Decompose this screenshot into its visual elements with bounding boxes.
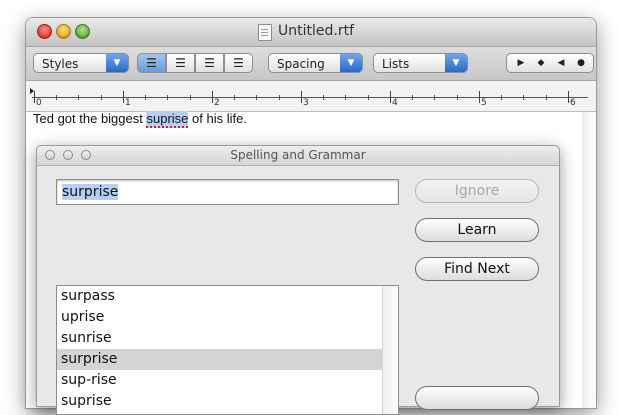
correction-input-value: surprise (62, 184, 119, 200)
align-center-icon: ☰ (175, 56, 186, 70)
misspelled-word[interactable]: suprise (146, 111, 189, 128)
ruler-minor-tick (412, 95, 413, 100)
document-text-after: of his life. (188, 111, 247, 126)
align-right-button[interactable]: ☰ (224, 53, 253, 73)
window-titlebar[interactable]: Untitled.rtf (26, 18, 596, 47)
panel-titlebar[interactable]: Spelling and Grammar (37, 146, 559, 166)
ruler-minor-tick (167, 95, 168, 100)
left-tab-icon[interactable]: ◀ (553, 55, 569, 71)
right-tab-icon[interactable]: ▶ (513, 55, 529, 71)
ruler-major-tick (301, 91, 302, 103)
format-toolbar: Styles ▼ ☰ ☰ ☰ ☰ Spacing ▼ Lists ▼ ▶ ◆ ◀… (26, 47, 596, 81)
align-right-icon: ☰ (233, 56, 244, 70)
document-scrollbar[interactable] (582, 112, 596, 408)
list-item[interactable]: surpass (57, 286, 382, 307)
find-next-button[interactable]: Find Next (415, 257, 539, 281)
align-left-icon: ☰ (146, 56, 157, 70)
ruler-number: 5 (481, 98, 487, 108)
list-item[interactable]: sunrise (57, 328, 382, 349)
ruler-minor-tick (457, 95, 458, 100)
ruler-minor-tick (234, 95, 235, 100)
justify-icon: ☰ (204, 56, 215, 70)
ruler-minor-tick (434, 95, 435, 100)
lists-popup-label: Lists (382, 57, 410, 71)
popup-arrow-icon: ▼ (340, 54, 362, 72)
align-center-button[interactable]: ☰ (166, 53, 195, 73)
zoom-window-button[interactable] (75, 24, 90, 39)
decimal-tab-icon[interactable]: ● (573, 55, 589, 71)
minimize-window-button[interactable] (56, 24, 71, 39)
popup-arrow-icon: ▼ (106, 54, 128, 72)
ruler-minor-tick (279, 95, 280, 100)
ruler-baseline (32, 97, 588, 98)
spacing-popup[interactable]: Spacing ▼ (268, 53, 363, 73)
document-line: Ted got the biggest suprise of his life. (33, 111, 247, 128)
ruler-major-tick (212, 91, 213, 103)
ruler-number: 4 (392, 98, 398, 108)
spelling-grammar-panel: Spelling and Grammar surprise Ignore Lea… (36, 145, 560, 415)
ruler-minor-tick (368, 95, 369, 100)
ruler-major-tick (390, 91, 391, 103)
styles-popup-label: Styles (42, 57, 79, 71)
ruler-number: 3 (303, 98, 309, 108)
suggestions-scrollbar[interactable] (382, 286, 398, 414)
ruler-major-tick (568, 91, 569, 103)
ignore-button[interactable]: Ignore (415, 179, 539, 203)
styles-popup[interactable]: Styles ▼ (33, 53, 129, 73)
ruler-minor-tick (190, 95, 191, 100)
ruler-minor-tick (345, 95, 346, 100)
spacing-popup-label: Spacing (277, 57, 325, 71)
list-item-selected[interactable]: surprise (57, 349, 382, 370)
ruler-major-tick (479, 91, 480, 103)
ruler-minor-tick (56, 95, 57, 100)
tab-stops-control[interactable]: ▶ ◆ ◀ ● (506, 53, 594, 73)
ruler-minor-tick (323, 95, 324, 100)
ruler-number: 0 (36, 98, 42, 108)
align-left-button[interactable]: ☰ (137, 53, 166, 73)
ruler-minor-tick (78, 95, 79, 100)
list-item[interactable]: uprise (57, 307, 382, 328)
ruler-number: 6 (570, 98, 576, 108)
justify-button[interactable]: ☰ (195, 53, 224, 73)
ruler-major-tick (34, 91, 35, 103)
document-icon (258, 24, 272, 41)
ruler-major-tick (123, 91, 124, 103)
learn-button[interactable]: Learn (415, 218, 539, 242)
lists-popup[interactable]: Lists ▼ (373, 53, 468, 73)
popup-arrow-icon: ▼ (445, 54, 467, 72)
close-window-button[interactable] (37, 24, 52, 39)
ruler[interactable]: 0 1 2 3 4 5 6 (26, 81, 596, 112)
ruler-minor-tick (256, 95, 257, 100)
ruler-minor-tick (145, 95, 146, 100)
document-text-before: Ted got the biggest (33, 111, 147, 126)
suggestions-list[interactable]: surpass uprise sunrise surprise sup-rise… (56, 285, 399, 415)
window-title: Untitled.rtf (278, 23, 355, 39)
center-tab-icon[interactable]: ◆ (533, 55, 549, 71)
list-item[interactable]: sup-rise (57, 370, 382, 391)
panel-title: Spelling and Grammar (230, 148, 366, 162)
ruler-minor-tick (101, 95, 102, 100)
ruler-minor-tick (501, 95, 502, 100)
ruler-number: 2 (214, 98, 220, 108)
ruler-minor-tick (523, 95, 524, 100)
change-button[interactable] (415, 386, 539, 410)
correction-input[interactable]: surprise (56, 179, 399, 205)
ruler-number: 1 (125, 98, 131, 108)
ruler-minor-tick (546, 95, 547, 100)
list-item[interactable]: suprise (57, 391, 382, 412)
